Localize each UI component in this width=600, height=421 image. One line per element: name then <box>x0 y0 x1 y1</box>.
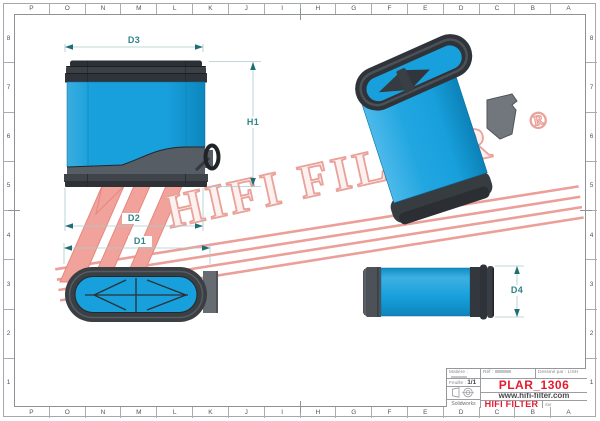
grid-number-cell: 5 <box>3 161 14 210</box>
center-mark-left <box>8 210 20 211</box>
top-view <box>65 267 218 322</box>
grid-letter-cell: K <box>192 3 228 14</box>
grid-letter-cell: E <box>407 3 443 14</box>
grid-letter-cell: H <box>300 407 336 418</box>
grid-number-cell: 1 <box>3 358 14 407</box>
grid-letter-cell: J <box>228 3 264 14</box>
drawing-sheet: HIFI FILTER ® <box>0 0 600 421</box>
grid-letter-cell: I <box>264 3 300 14</box>
grid-letter-cell: F <box>371 407 407 418</box>
grid-number-cell: 5 <box>586 161 597 210</box>
grid-number-cell: 7 <box>586 62 597 111</box>
grid-number-cell: 2 <box>3 309 14 358</box>
grid-number-cell: 8 <box>3 14 14 62</box>
grid-letter-cell: E <box>407 407 443 418</box>
grid-letter-cell: A <box>550 3 586 14</box>
drawn-by-label: Dessiné par : LISH <box>536 369 587 376</box>
grid-number-cell: 2 <box>586 309 597 358</box>
drawn-by-cell: Dessiné par : LISH <box>535 369 587 378</box>
grid-letter-cell: O <box>49 3 85 14</box>
sur-label: Sur <box>543 401 587 408</box>
grid-letter-cell: F <box>371 3 407 14</box>
grid-letter-cell: P <box>14 407 49 418</box>
grid-number-cell: 4 <box>3 210 14 259</box>
projection-symbol-icon <box>451 387 477 398</box>
grid-letter-cell: C <box>479 407 515 418</box>
title-block: Matière : Feuille : 1/1 Solidworks Réf :… <box>446 368 586 407</box>
projection-symbol-cell <box>447 386 480 399</box>
grid-letter-cell: C <box>479 3 515 14</box>
dimension-label-h1: H1 <box>241 117 265 128</box>
grid-letter-cell: M <box>120 3 156 14</box>
grid-letter-cell: M <box>120 407 156 418</box>
dimension-label-d1: D1 <box>128 236 152 247</box>
grid-letter-cell: D <box>443 3 479 14</box>
center-mark-bottom <box>300 401 301 413</box>
sheet-number-cell: Feuille : 1/1 <box>447 378 480 387</box>
drawing-canvas: HIFI FILTER ® <box>0 0 600 421</box>
grid-letter-cell: N <box>85 407 121 418</box>
dimension-label-d2: D2 <box>122 213 146 224</box>
website-label: www.hifi-filter.com <box>499 393 570 399</box>
material-cell: Matière : <box>447 369 480 378</box>
grid-number-cell: 7 <box>3 62 14 111</box>
grid-letter-cell: H <box>300 3 336 14</box>
dimension-label-d4: D4 <box>505 285 529 296</box>
sheet-label: Feuille : <box>449 381 466 386</box>
grid-letter-cell: G <box>335 407 371 418</box>
grid-letter-cell: G <box>335 3 371 14</box>
grid-letter-cell: O <box>49 407 85 418</box>
brand-cell: HIFI FILTER <box>480 400 542 409</box>
grid-number-cell: 1 <box>586 358 597 407</box>
sheet-value: 1/1 <box>467 379 476 386</box>
grid-number-cell: 6 <box>3 112 14 161</box>
grid-number-cell: 3 <box>3 259 14 308</box>
sur-cell: Sur <box>542 400 587 409</box>
cad-system-cell: Solidworks <box>447 399 480 409</box>
part-number: PLAR_1306 <box>499 382 570 388</box>
center-mark-right <box>580 210 592 211</box>
isometric-view <box>344 26 518 228</box>
grid-letter-cell: D <box>443 407 479 418</box>
brand-label: HIFI FILTER <box>485 401 539 407</box>
dimension-label-d3: D3 <box>122 35 146 46</box>
grid-letter-cell: L <box>156 407 192 418</box>
cad-system-label: Solidworks <box>451 401 475 407</box>
side-view <box>363 265 494 320</box>
grid-letter-cell: I <box>264 407 300 418</box>
grid-letter-cell: B <box>514 407 550 418</box>
registered-icon: ® <box>527 107 550 136</box>
ref-label: Réf : <box>483 370 493 375</box>
grid-number-cell: 6 <box>586 112 597 161</box>
grid-letter-cell: K <box>192 407 228 418</box>
grid-letter-cell: B <box>514 3 550 14</box>
grid-number-cell: 8 <box>586 14 597 62</box>
material-label: Matière : <box>449 370 468 375</box>
website-cell: www.hifi-filter.com <box>480 392 587 400</box>
ref-cell: Réf : <box>480 369 535 378</box>
front-view <box>64 61 219 188</box>
ref-value-blur <box>495 370 511 373</box>
grid-number-cell: 4 <box>586 210 597 259</box>
part-number-cell: PLAR_1306 <box>480 378 587 392</box>
grid-number-cell: 3 <box>586 259 597 308</box>
grid-letter-cell: J <box>228 407 264 418</box>
center-mark-top <box>300 8 301 20</box>
grid-letter-cell: A <box>550 407 586 418</box>
grid-letter-cell: L <box>156 3 192 14</box>
grid-letter-cell: N <box>85 3 121 14</box>
grid-letter-cell: P <box>14 3 49 14</box>
